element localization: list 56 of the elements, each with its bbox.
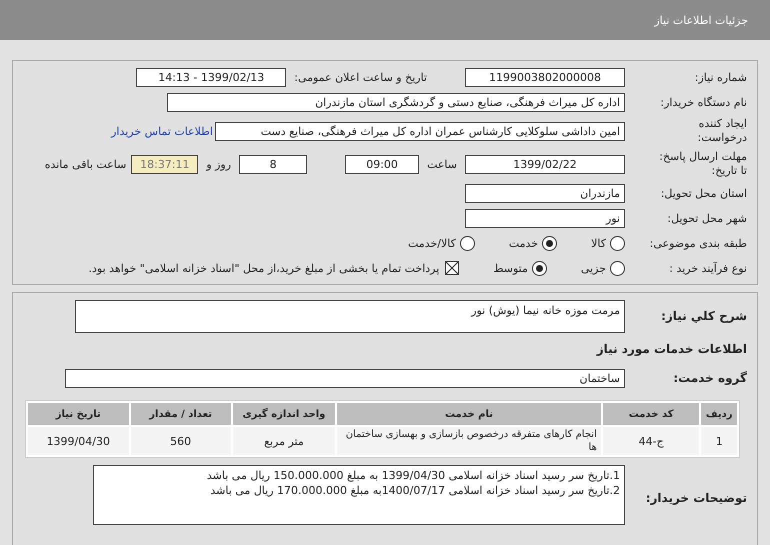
buyer-field: اداره کل میراث فرهنگی، صنایع دستی و گردشگری استان مازندران (167, 92, 625, 112)
radio-label: کالا/خدمت (408, 236, 456, 250)
column-header: واحد اندازه گیری (232, 403, 336, 425)
field-label: ساعت باقی مانده (44, 158, 126, 170)
field-label: شرح کلي نياز: (660, 309, 748, 323)
field-label: ساعت (427, 158, 457, 170)
radio-button[interactable] (610, 236, 625, 250)
column-header: ردیف (701, 403, 737, 425)
radio-button[interactable] (610, 260, 625, 276)
radio-label: کالا (591, 236, 606, 250)
days-field: 8 (239, 154, 308, 174)
table-cell: 560 (130, 427, 231, 455)
field-label: گروه خدمت: (672, 371, 748, 385)
province-field: مازندران (465, 184, 625, 202)
table-cell: ج-44 (602, 427, 700, 455)
deadline-time-field: 09:00 (345, 154, 420, 174)
column-header: نام خدمت (337, 403, 601, 425)
field-label: توضیحات خریدار: (644, 491, 748, 505)
field-label: ایجاد کننده درخواست: (696, 117, 748, 145)
city-field: نور (465, 208, 625, 228)
need-number-field: 1199003802000008 (465, 68, 625, 86)
contact-link[interactable]: اطلاعات تماس خریدار (111, 124, 213, 138)
column-header: کد خدمت (602, 403, 700, 425)
checkbox[interactable] (445, 261, 460, 275)
creator-field: امین داداشی سلوکلایی کارشناس عمران اداره کل میراث فرهنگی، صنایع دست (215, 122, 625, 140)
field-label: نام دستگاه خریدار: (659, 96, 748, 108)
radio-label: متوسط (493, 262, 528, 274)
field-label: شماره نیاز: (694, 70, 748, 84)
note-line: 2.تاریخ سر رسید اسناد خزانه اسلامی 1400/07/17به مبلغ 170.000.000 ریال می باشد (209, 483, 620, 498)
checkbox-label: پرداخت تمام یا بخشی از مبلغ خرید،از محل "اسناد خزانه اسلامی" خواهد بود. (88, 262, 440, 274)
radio-button[interactable] (532, 260, 547, 276)
radio-button[interactable] (542, 236, 558, 250)
table-cell: 1399/04/30 (28, 427, 129, 455)
section-heading: اطلاعات خدمات مورد نیاز (595, 342, 748, 356)
description-field: مرمت موزه خانه نیما (یوش) نور (75, 300, 625, 332)
deadline-date-field: 1399/02/22 (465, 154, 625, 174)
field-label: نوع فرآیند خرید : (668, 262, 748, 274)
table-cell: انجام کارهای متفرقه درخصوص بازسازی و بهسازی ساختمان ها (337, 427, 601, 455)
column-header: تعداد / مقدار (130, 403, 231, 425)
radio-label: خدمت (508, 236, 538, 250)
field-label: طبقه بندی موضوعی: (648, 236, 748, 250)
table-cell: متر مربع (232, 427, 336, 455)
page-title: جزئیات اطلاعات نیاز (654, 14, 748, 26)
note-line: 1.تاریخ سر رسید اسناد خزانه اسلامی 1399/04/30 به مبلغ 150.000.000 ریال می باشد (206, 468, 620, 483)
service-group-field: ساختمان (65, 368, 625, 388)
table-cell: 1 (701, 427, 737, 455)
radio-label: جزیی (580, 262, 606, 274)
field-label: استان محل تحویل: (660, 186, 748, 200)
radio-button[interactable] (460, 236, 475, 250)
field-label: مهلت ارسال پاسخ: تا تاریخ: (658, 150, 748, 178)
announce-date-field: 1399/02/13 - 14:13 (136, 68, 286, 86)
field-label: تاریخ و ساعت اعلان عمومی: (294, 70, 427, 84)
remaining-time-field: 18:37:11 (131, 154, 198, 174)
column-header: تاریخ نیاز (28, 403, 129, 425)
field-label: شهر محل تحویل: (666, 212, 748, 224)
field-label: روز و (206, 158, 232, 170)
